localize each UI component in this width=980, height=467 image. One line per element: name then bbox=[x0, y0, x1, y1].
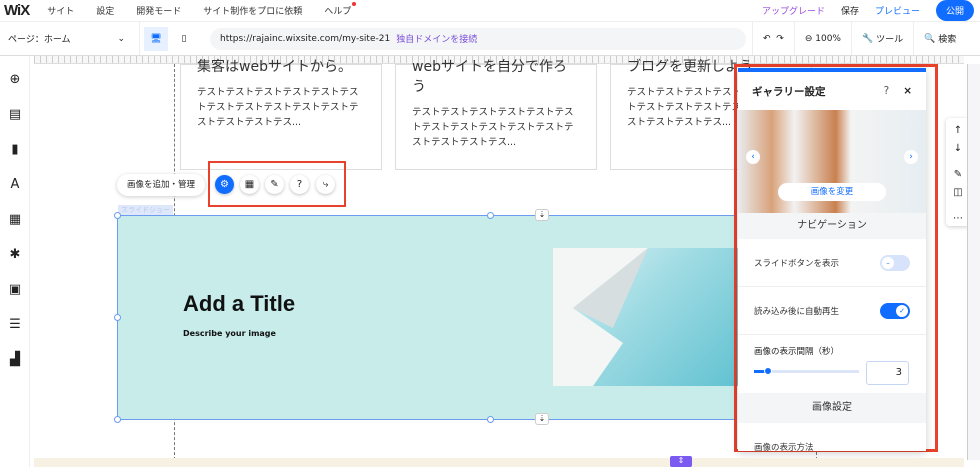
search-icon: 🔍 bbox=[924, 33, 936, 44]
card-text: テストテストテストテストテストテストテストテストテストテストテストテストテストテ… bbox=[412, 107, 574, 148]
right-ruler bbox=[967, 64, 980, 460]
slideshow-gallery[interactable]: Add a Title Describe your image bbox=[117, 215, 738, 420]
toggle-off-icon: – bbox=[882, 256, 894, 269]
autoplay-label: 読み込み後に自動再生 bbox=[754, 306, 840, 317]
cms-icon[interactable]: ☰ bbox=[0, 307, 30, 342]
close-icon[interactable]: × bbox=[903, 85, 912, 97]
stretch-icon[interactable]: ⇣ bbox=[535, 413, 549, 425]
search-label: 検索 bbox=[938, 35, 957, 45]
blog-card[interactable]: webサイトを自分で作ろうテストテストテストテストテストテストテストテストテスト… bbox=[395, 59, 597, 170]
mobile-icon[interactable]: ▯ bbox=[172, 27, 196, 51]
help-icon[interactable]: ? bbox=[290, 175, 309, 194]
zoom-out-icon: ⊖ bbox=[804, 33, 813, 44]
preview-button[interactable]: プレビュー bbox=[875, 4, 920, 17]
redo-icon[interactable]: ↷ bbox=[776, 34, 784, 44]
business-icon[interactable]: ✱ bbox=[0, 237, 30, 272]
show-slide-buttons-toggle[interactable]: – bbox=[880, 254, 910, 271]
blog-card[interactable]: 集客はwebサイトから。テストテストテストテストテストテストテストテストテストテ… bbox=[180, 59, 382, 170]
add-manage-images-button[interactable]: 画像を追加・管理 bbox=[117, 174, 206, 196]
gallery-settings-panel: ギャラリー設定? × ‹ › 画像を変更 ナビゲーション スライドボタンを表示 –… bbox=[738, 68, 926, 451]
card-text: テストテストテストテストテストテストテストテストテストテストテストテストテストテ… bbox=[197, 87, 359, 128]
undo-icon[interactable]: ↶ bbox=[763, 34, 771, 44]
footer-strip bbox=[34, 458, 964, 467]
menu-help-label: ヘルプ bbox=[324, 7, 352, 17]
resize-handle[interactable] bbox=[487, 212, 494, 219]
gallery-image bbox=[553, 248, 738, 386]
stretch-icon[interactable]: ⇣ bbox=[535, 209, 549, 221]
autoplay-row: 読み込み後に自動再生 ✓ bbox=[738, 287, 926, 335]
section-resize-handle[interactable]: ⇕ bbox=[670, 456, 692, 467]
panel-title: ギャラリー設定 bbox=[752, 85, 826, 98]
element-tag: スライドショー bbox=[118, 205, 173, 215]
wrench-icon: 🔧 bbox=[861, 33, 874, 44]
zoom-button[interactable]: ⊖ 100% bbox=[793, 22, 851, 55]
interval-label: 画像の表示間隔（秒） bbox=[754, 347, 840, 357]
gallery-description: Describe your image bbox=[183, 329, 276, 338]
apps-icon[interactable]: ▦ bbox=[0, 202, 30, 237]
show-slide-buttons-label: スライドボタンを表示 bbox=[754, 258, 840, 269]
wix-logo[interactable]: WiX bbox=[4, 2, 30, 19]
left-sidebar: ⊕ ▤ ▮ A ▦ ✱ ▣ ☰ ▟ bbox=[0, 56, 30, 467]
change-image-button[interactable]: 画像を変更 bbox=[778, 183, 886, 201]
gallery-action-toolbar: ⚙ ▦ ✎ ? ⤷ bbox=[208, 161, 346, 207]
tools-label: ツール bbox=[876, 35, 904, 45]
design-brush-icon[interactable]: ✎ bbox=[265, 175, 284, 194]
editor-toolbar: ページ：ホーム ⌄ 🖥 ▯ https://rajainc.wixsite.com… bbox=[0, 22, 980, 56]
portfolio-icon[interactable]: ▟ bbox=[0, 342, 30, 377]
chevron-left-icon[interactable]: ‹ bbox=[746, 150, 760, 164]
architecture-image bbox=[553, 248, 648, 386]
zoom-level: 100% bbox=[815, 33, 841, 44]
save-button[interactable]: 保存 bbox=[841, 4, 859, 17]
url-bar[interactable]: https://rajainc.wixsite.com/my-site-21 独自… bbox=[210, 27, 746, 50]
media-icon[interactable]: ▣ bbox=[0, 272, 30, 307]
notification-dot bbox=[352, 2, 357, 6]
sections-icon[interactable]: ▤ bbox=[0, 97, 30, 132]
publish-button[interactable]: 公開 bbox=[935, 0, 974, 21]
tools-button[interactable]: 🔧 ツール bbox=[850, 22, 913, 55]
chevron-right-icon[interactable]: › bbox=[904, 150, 918, 164]
layout-icon[interactable]: ▦ bbox=[240, 175, 259, 194]
animation-icon[interactable]: ⤷ bbox=[316, 175, 335, 194]
chevron-down-icon: ⌄ bbox=[117, 33, 125, 44]
interval-input[interactable]: 3 bbox=[866, 361, 909, 385]
upgrade-link[interactable]: アップグレード bbox=[762, 4, 825, 17]
menu-help[interactable]: ヘルプ bbox=[324, 2, 357, 17]
display-mode-row[interactable]: 画像の表示方法 bbox=[738, 423, 926, 451]
page-label: ページ：ホーム bbox=[8, 35, 71, 45]
slider-handle[interactable] bbox=[764, 367, 772, 375]
card-title: 集客はwebサイトから。 bbox=[197, 59, 352, 75]
section-image-settings: 画像設定 bbox=[738, 393, 926, 423]
theme-icon[interactable]: A bbox=[0, 167, 30, 202]
menu-hire-pro[interactable]: サイト制作をプロに依頼 bbox=[203, 4, 302, 17]
search-button[interactable]: 🔍 検索 bbox=[913, 22, 966, 55]
page-selector[interactable]: ページ：ホーム ⌄ bbox=[0, 22, 140, 55]
top-bar: WiX サイト 設定 開発モード サイト制作をプロに依頼 ヘルプ アップグレード… bbox=[0, 0, 980, 22]
gallery-title: Add a Title bbox=[183, 291, 296, 316]
autoplay-toggle[interactable]: ✓ bbox=[880, 302, 910, 319]
help-icon[interactable]: ? bbox=[884, 85, 890, 97]
check-icon: ✓ bbox=[896, 304, 908, 317]
undo-redo: ↶ ↷ bbox=[752, 22, 794, 55]
resize-handle[interactable] bbox=[114, 416, 121, 423]
interval-row: 画像の表示間隔（秒） 3 bbox=[738, 335, 926, 393]
settings-gear-icon[interactable]: ⚙ bbox=[215, 175, 234, 194]
add-icon[interactable]: ⊕ bbox=[0, 62, 30, 97]
card-title: webサイトを自分で作ろう bbox=[412, 59, 567, 95]
connect-domain-link[interactable]: 独自ドメインを接続 bbox=[396, 32, 477, 45]
section-navigation: ナビゲーション bbox=[738, 213, 926, 239]
menu-dev-mode[interactable]: 開発モード bbox=[136, 4, 181, 17]
show-slide-buttons-row: スライドボタンを表示 – bbox=[738, 239, 926, 287]
interval-slider[interactable] bbox=[754, 367, 859, 375]
image-preview: ‹ › 画像を変更 bbox=[738, 110, 926, 213]
pages-icon[interactable]: ▮ bbox=[0, 132, 30, 167]
menu-settings[interactable]: 設定 bbox=[96, 4, 114, 17]
resize-handle[interactable] bbox=[114, 212, 121, 219]
desktop-icon[interactable]: 🖥 bbox=[144, 26, 168, 51]
resize-handle[interactable] bbox=[487, 416, 494, 423]
menu-site[interactable]: サイト bbox=[47, 4, 74, 17]
site-url: https://rajainc.wixsite.com/my-site-21 bbox=[220, 33, 391, 44]
resize-handle[interactable] bbox=[114, 314, 121, 321]
